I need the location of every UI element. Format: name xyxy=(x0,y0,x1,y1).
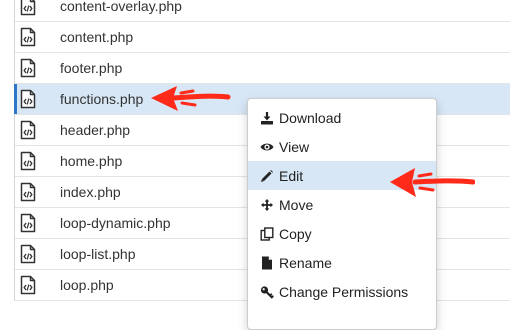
file-name: home.php xyxy=(60,153,123,169)
menu-item-rename[interactable]: Rename xyxy=(248,248,436,277)
file-name: functions.php xyxy=(60,91,144,107)
file-name: index.php xyxy=(60,184,121,200)
php-file-icon xyxy=(20,151,36,171)
eye-icon xyxy=(260,143,274,150)
context-menu: Download View Edit Move Copy Rename Change Per… xyxy=(247,98,437,330)
menu-item-label: Copy xyxy=(279,225,312,242)
menu-item-move[interactable]: Move xyxy=(248,190,436,219)
menu-item-edit[interactable]: Edit xyxy=(248,161,436,190)
php-file-icon xyxy=(20,213,36,233)
php-file-icon xyxy=(20,275,36,295)
menu-item-label: Rename xyxy=(279,254,332,271)
move-icon xyxy=(261,198,273,211)
file-row[interactable]: footer.php xyxy=(15,53,510,84)
php-file-icon xyxy=(20,89,36,109)
file-icon xyxy=(262,256,272,269)
file-name: content-overlay.php xyxy=(60,0,182,14)
php-file-icon xyxy=(20,120,36,140)
file-name: content.php xyxy=(60,29,134,45)
php-file-icon xyxy=(20,244,36,264)
php-file-icon xyxy=(20,182,36,202)
key-icon xyxy=(260,285,274,299)
php-file-icon xyxy=(20,0,36,16)
file-row[interactable]: content.php xyxy=(15,22,510,53)
file-name: header.php xyxy=(60,122,131,138)
file-name: footer.php xyxy=(60,60,123,76)
php-file-icon xyxy=(20,27,36,47)
copy-icon xyxy=(260,226,274,241)
menu-item-label: Edit xyxy=(279,167,304,184)
pencil-icon xyxy=(261,169,273,182)
php-file-icon xyxy=(20,58,36,78)
file-name: loop-dynamic.php xyxy=(60,215,171,231)
menu-item-view[interactable]: View xyxy=(248,132,436,161)
file-row[interactable]: content-overlay.php xyxy=(15,0,510,22)
menu-item-download[interactable]: Download xyxy=(248,103,436,132)
menu-item-label: Move xyxy=(279,196,314,213)
menu-item-change-permissions[interactable]: Change Permissions xyxy=(248,277,436,306)
context-menu-items: Download View Edit Move Copy Rename Change Per… xyxy=(248,103,436,306)
file-name: loop.php xyxy=(60,277,114,293)
menu-item-label: Change Permissions xyxy=(279,283,409,300)
file-name: loop-list.php xyxy=(60,246,136,262)
menu-item-label: View xyxy=(279,138,310,155)
menu-item-label: Download xyxy=(279,109,342,126)
download-icon xyxy=(261,111,273,124)
menu-item-copy[interactable]: Copy xyxy=(248,219,436,248)
